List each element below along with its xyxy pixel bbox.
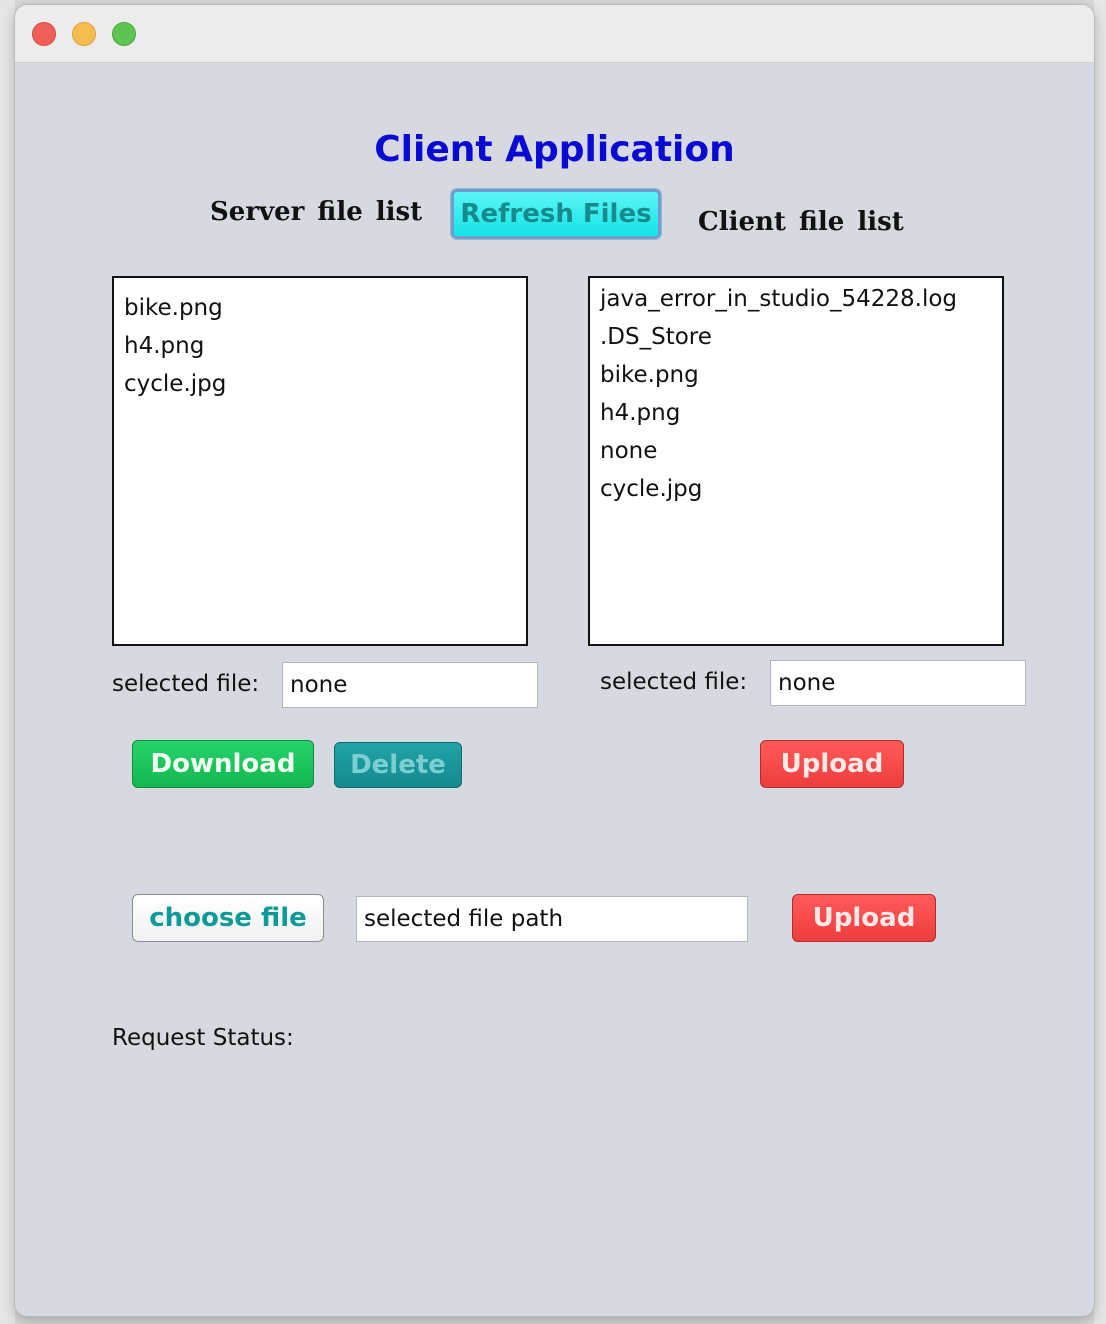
list-item[interactable]: bike.png bbox=[600, 356, 992, 394]
close-window-button[interactable] bbox=[32, 22, 56, 46]
selected-file-path-field[interactable]: selected file path bbox=[356, 896, 748, 942]
upload-path-button[interactable]: Upload bbox=[792, 894, 936, 942]
minimize-window-button[interactable] bbox=[72, 22, 96, 46]
upload-selected-button[interactable]: Upload bbox=[760, 740, 904, 788]
client-selected-file-field[interactable]: none bbox=[770, 660, 1026, 706]
server-file-list-label: Server file list bbox=[210, 197, 423, 227]
client-selected-file-label: selected file: bbox=[600, 669, 748, 695]
client-application-window: Client Application Server file list Refr… bbox=[15, 5, 1094, 1316]
list-item[interactable]: java_error_in_studio_54228.log bbox=[600, 280, 992, 318]
background-desktop-left bbox=[0, 0, 15, 1324]
list-item[interactable]: h4.png bbox=[600, 394, 992, 432]
server-file-list[interactable]: bike.png h4.png cycle.jpg bbox=[112, 276, 528, 646]
list-item[interactable]: .DS_Store bbox=[600, 318, 992, 356]
delete-button[interactable]: Delete bbox=[334, 742, 462, 788]
list-item[interactable]: bike.png bbox=[124, 289, 516, 327]
zoom-window-button[interactable] bbox=[112, 22, 136, 46]
client-file-list[interactable]: java_error_in_studio_54228.log .DS_Store… bbox=[588, 276, 1004, 646]
list-item[interactable]: cycle.jpg bbox=[600, 470, 992, 508]
background-desktop-right bbox=[1094, 0, 1106, 1324]
choose-file-button[interactable]: choose file bbox=[132, 894, 324, 942]
list-item[interactable]: h4.png bbox=[124, 327, 516, 365]
list-item[interactable]: none bbox=[600, 432, 992, 470]
window-titlebar bbox=[15, 5, 1094, 63]
client-file-list-label: Client file list bbox=[698, 207, 904, 237]
server-selected-file-field[interactable]: none bbox=[282, 662, 538, 708]
list-item[interactable]: cycle.jpg bbox=[124, 365, 516, 403]
request-status-label: Request Status: bbox=[112, 1025, 294, 1051]
refresh-files-button[interactable]: Refresh Files bbox=[451, 189, 661, 239]
app-title: Client Application bbox=[374, 129, 735, 170]
server-selected-file-label: selected file: bbox=[112, 671, 260, 697]
download-button[interactable]: Download bbox=[132, 740, 314, 788]
